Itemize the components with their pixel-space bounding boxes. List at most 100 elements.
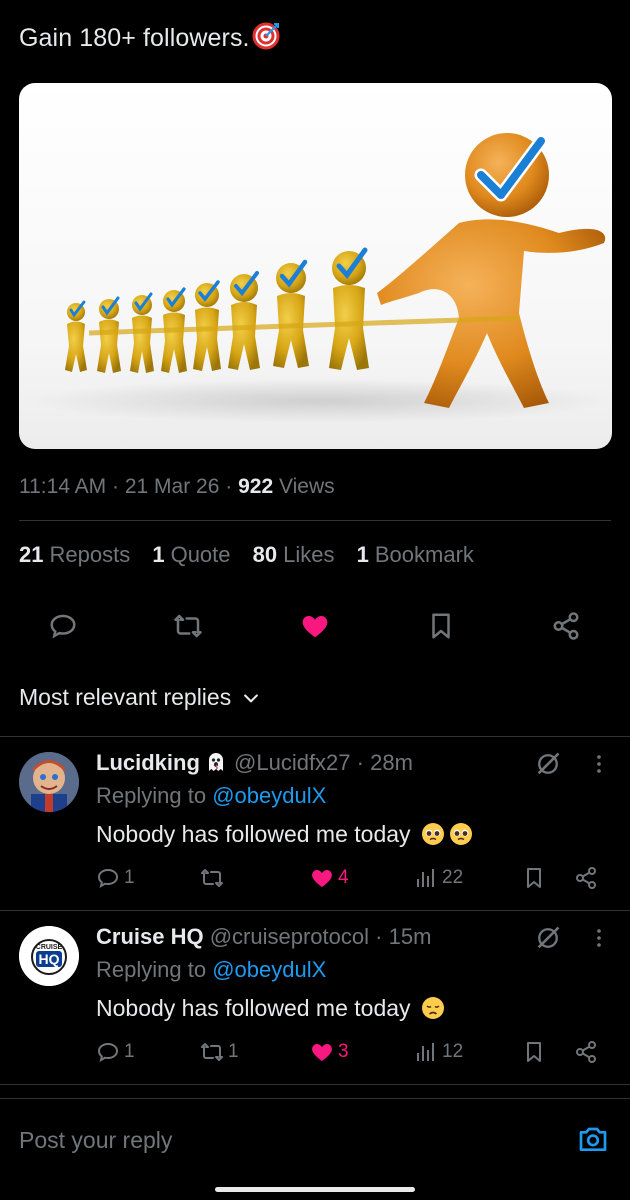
reply-icon	[50, 614, 76, 639]
avatar-image	[19, 752, 79, 812]
pleading-face-emoji-icon	[449, 823, 472, 845]
reply-views-button[interactable]: 12	[414, 1040, 463, 1064]
like-icon	[312, 870, 332, 887]
like-count: 4	[338, 867, 349, 888]
like-button[interactable]	[298, 609, 332, 643]
reply-time: 15m	[388, 924, 432, 949]
replying-to-link[interactable]: @obeydulX	[212, 783, 326, 808]
reply-bookmark-button[interactable]	[522, 866, 546, 890]
grok-icon[interactable]	[534, 924, 562, 952]
tweet-text-content: Gain 180+ followers.	[19, 24, 250, 52]
tweet-time: 11:14 AM	[19, 475, 107, 498]
separator: ·	[225, 475, 233, 498]
avatar[interactable]: CRUISE HQ	[19, 926, 79, 986]
disappointed-face-emoji-icon	[421, 997, 444, 1019]
avatar[interactable]	[19, 752, 79, 812]
small-figure-7	[97, 296, 121, 373]
quotes-stat[interactable]: 1 Quote	[152, 542, 230, 567]
tweet-action-bar	[0, 605, 630, 649]
reply-views-button[interactable]: 22	[414, 866, 463, 890]
reply-bookmark-button[interactable]	[522, 1040, 546, 1064]
reposts-stat[interactable]: 21 Reposts	[19, 542, 130, 567]
sort-label: Most relevant replies	[19, 684, 232, 710]
share-icon	[576, 867, 596, 889]
likes-stat[interactable]: 80 Likes	[253, 542, 335, 567]
reply-author-name[interactable]: Lucidking	[96, 750, 200, 775]
avatar-text-top: CRUISE	[36, 944, 63, 951]
bookmarks-stat[interactable]: 1 Bookmark	[357, 542, 474, 567]
views-count: 22	[442, 867, 464, 888]
reply-reply-button[interactable]: 1	[96, 866, 135, 890]
reply-count: 1	[124, 867, 135, 888]
reply-author-name[interactable]: Cruise HQ	[96, 924, 204, 949]
reply-action-bar: 1 1 3 12	[0, 1040, 630, 1070]
tweet-meta: 11:14 AM · 21 Mar 26 · 922 Views	[19, 475, 335, 499]
reply-header: Cruise HQ @cruiseprotocol · 15m	[96, 924, 432, 949]
bookmark-icon	[527, 1042, 541, 1062]
small-figure-8	[65, 300, 87, 372]
replying-to: Replying to @obeydulX	[96, 783, 327, 808]
repost-icon	[174, 614, 202, 638]
reply-repost-button[interactable]	[200, 866, 228, 890]
reply-text: Nobody has followed me today	[96, 821, 473, 848]
reply-header: Lucidking @Lucidfx27 · 28m	[96, 750, 413, 775]
like-icon	[312, 1044, 332, 1061]
views-count: 12	[442, 1041, 464, 1062]
reply-share-button[interactable]	[574, 866, 598, 890]
views-chart-icon	[417, 869, 434, 887]
bookmark-icon	[527, 868, 541, 888]
reply-author-handle[interactable]: @Lucidfx27	[234, 750, 351, 775]
repost-icon	[201, 1043, 223, 1061]
share-icon	[553, 612, 579, 640]
leader-figure	[377, 133, 606, 408]
direct-hit-target-icon	[252, 22, 280, 50]
reply-item[interactable]: CRUISE HQ Cruise HQ @cruiseprotocol · 15…	[0, 910, 630, 1084]
ghost-emoji-icon	[208, 753, 223, 771]
divider	[0, 1084, 630, 1085]
share-icon	[576, 1041, 596, 1063]
home-indicator[interactable]	[215, 1187, 415, 1192]
more-options-icon[interactable]	[587, 751, 611, 777]
reply-count: 1	[124, 1041, 135, 1062]
more-options-icon[interactable]	[587, 925, 611, 951]
like-icon	[302, 616, 328, 638]
tweet-media-image[interactable]	[19, 83, 612, 449]
reply-author-handle[interactable]: @cruiseprotocol	[210, 924, 369, 949]
repost-count: 1	[228, 1041, 239, 1062]
reply-like-button[interactable]: 3	[310, 1040, 349, 1064]
share-button[interactable]	[549, 609, 583, 643]
small-figure-3	[228, 271, 260, 370]
reply-input[interactable]: Post your reply	[19, 1127, 172, 1154]
views-chart-icon	[417, 1043, 434, 1061]
repost-icon	[201, 869, 223, 887]
like-count: 3	[338, 1041, 349, 1062]
reply-reply-button[interactable]: 1	[96, 1040, 135, 1064]
replying-to: Replying to @obeydulX	[96, 957, 327, 982]
reply-item[interactable]: Lucidking @Lucidfx27 · 28m Replying to @…	[0, 736, 630, 910]
bookmark-icon	[432, 613, 450, 639]
bookmark-button[interactable]	[424, 609, 458, 643]
replies-sort-dropdown[interactable]: Most relevant replies	[19, 684, 261, 711]
replying-to-link[interactable]: @obeydulX	[212, 957, 326, 982]
reply-icon	[97, 1042, 119, 1062]
reply-button[interactable]	[46, 609, 80, 643]
separator: ·	[112, 475, 120, 498]
chevron-down-icon	[244, 693, 259, 702]
divider	[19, 520, 611, 521]
views-label[interactable]: Views	[279, 475, 335, 498]
cruise-hq-logo: CRUISE HQ	[19, 926, 79, 986]
reply-icon	[97, 868, 119, 888]
camera-icon[interactable]	[577, 1123, 609, 1155]
reply-composer: Post your reply	[0, 1098, 630, 1200]
tweet-date: 21 Mar 26	[124, 475, 220, 498]
repost-button[interactable]	[171, 609, 205, 643]
tweet-stats: 21 Reposts 1 Quote 80 Likes 1 Bookmark	[19, 542, 490, 568]
reply-repost-button[interactable]: 1	[200, 1040, 239, 1064]
small-figure-2	[273, 259, 309, 368]
followers-illustration	[29, 133, 609, 423]
reply-share-button[interactable]	[574, 1040, 598, 1064]
avatar-text-main: HQ	[39, 951, 60, 967]
small-figure-1	[329, 247, 369, 370]
reply-like-button[interactable]: 4	[310, 866, 349, 890]
grok-icon[interactable]	[534, 750, 562, 778]
